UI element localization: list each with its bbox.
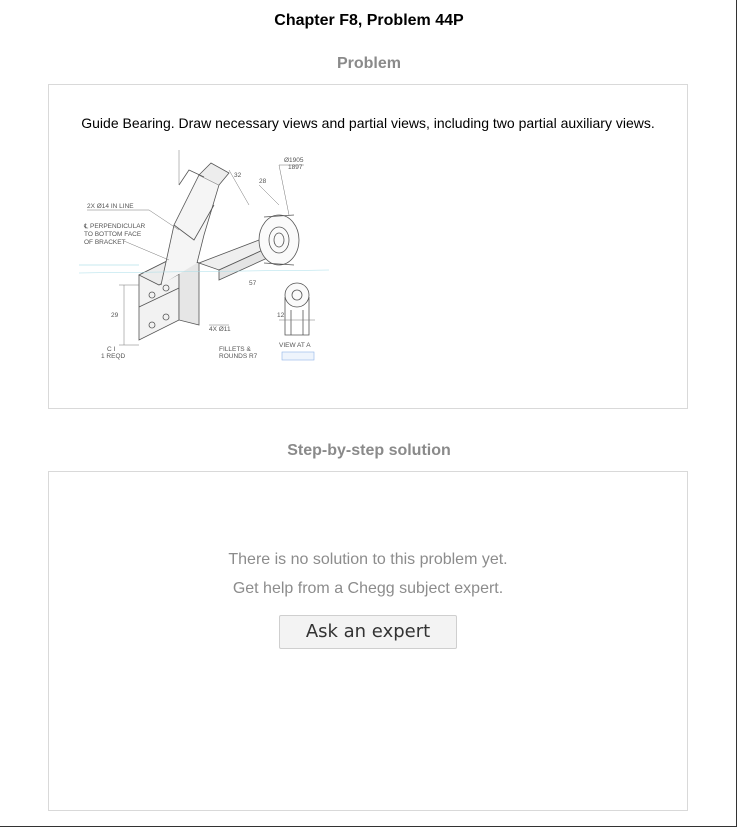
problem-box: Guide Bearing. Draw necessary views and … xyxy=(48,84,688,409)
label-fillets-1: FILLETS & xyxy=(219,346,251,353)
label-dim-32: 32 xyxy=(234,172,242,179)
label-perp-1: ℄ PERPENDICULAR xyxy=(83,223,146,230)
page-title: Chapter F8, Problem 44P xyxy=(274,12,464,29)
problem-statement: Guide Bearing. Draw necessary views and … xyxy=(81,115,655,131)
ask-expert-button[interactable]: Ask an expert xyxy=(279,615,457,649)
label-ci: C I xyxy=(107,346,116,353)
label-view-at-a: VIEW AT A xyxy=(279,342,311,349)
label-holes: 2X Ø14 IN LINE xyxy=(87,203,134,210)
label-perp-2: TO BOTTOM FACE xyxy=(84,231,142,238)
expert-help-message: Get help from a Chegg subject expert. xyxy=(232,580,504,597)
label-dia-1: Ø1905 xyxy=(284,157,304,164)
label-reqd: 1 REQD xyxy=(101,353,126,360)
label-dia-2: 1897 xyxy=(288,164,303,171)
label-fillets-2: ROUNDS R7 xyxy=(219,353,258,360)
label-perp-3: OF BRACKET xyxy=(84,239,126,246)
guide-bearing-drawing: 2X Ø14 IN LINE ℄ PERPENDICULAR TO BOTTOM… xyxy=(79,150,329,361)
problem-heading: Problem xyxy=(336,55,401,72)
label-dim-28: 28 xyxy=(259,178,267,185)
label-dim-29: 29 xyxy=(111,312,119,319)
no-solution-message: There is no solution to this problem yet… xyxy=(228,551,508,568)
solution-box: There is no solution to this problem yet… xyxy=(48,471,688,811)
label-dim-12: 12 xyxy=(277,312,285,319)
label-4x-holes: 4X Ø11 xyxy=(209,326,231,333)
label-dim-57: 57 xyxy=(249,280,257,287)
solution-heading: Step-by-step solution xyxy=(287,442,451,459)
